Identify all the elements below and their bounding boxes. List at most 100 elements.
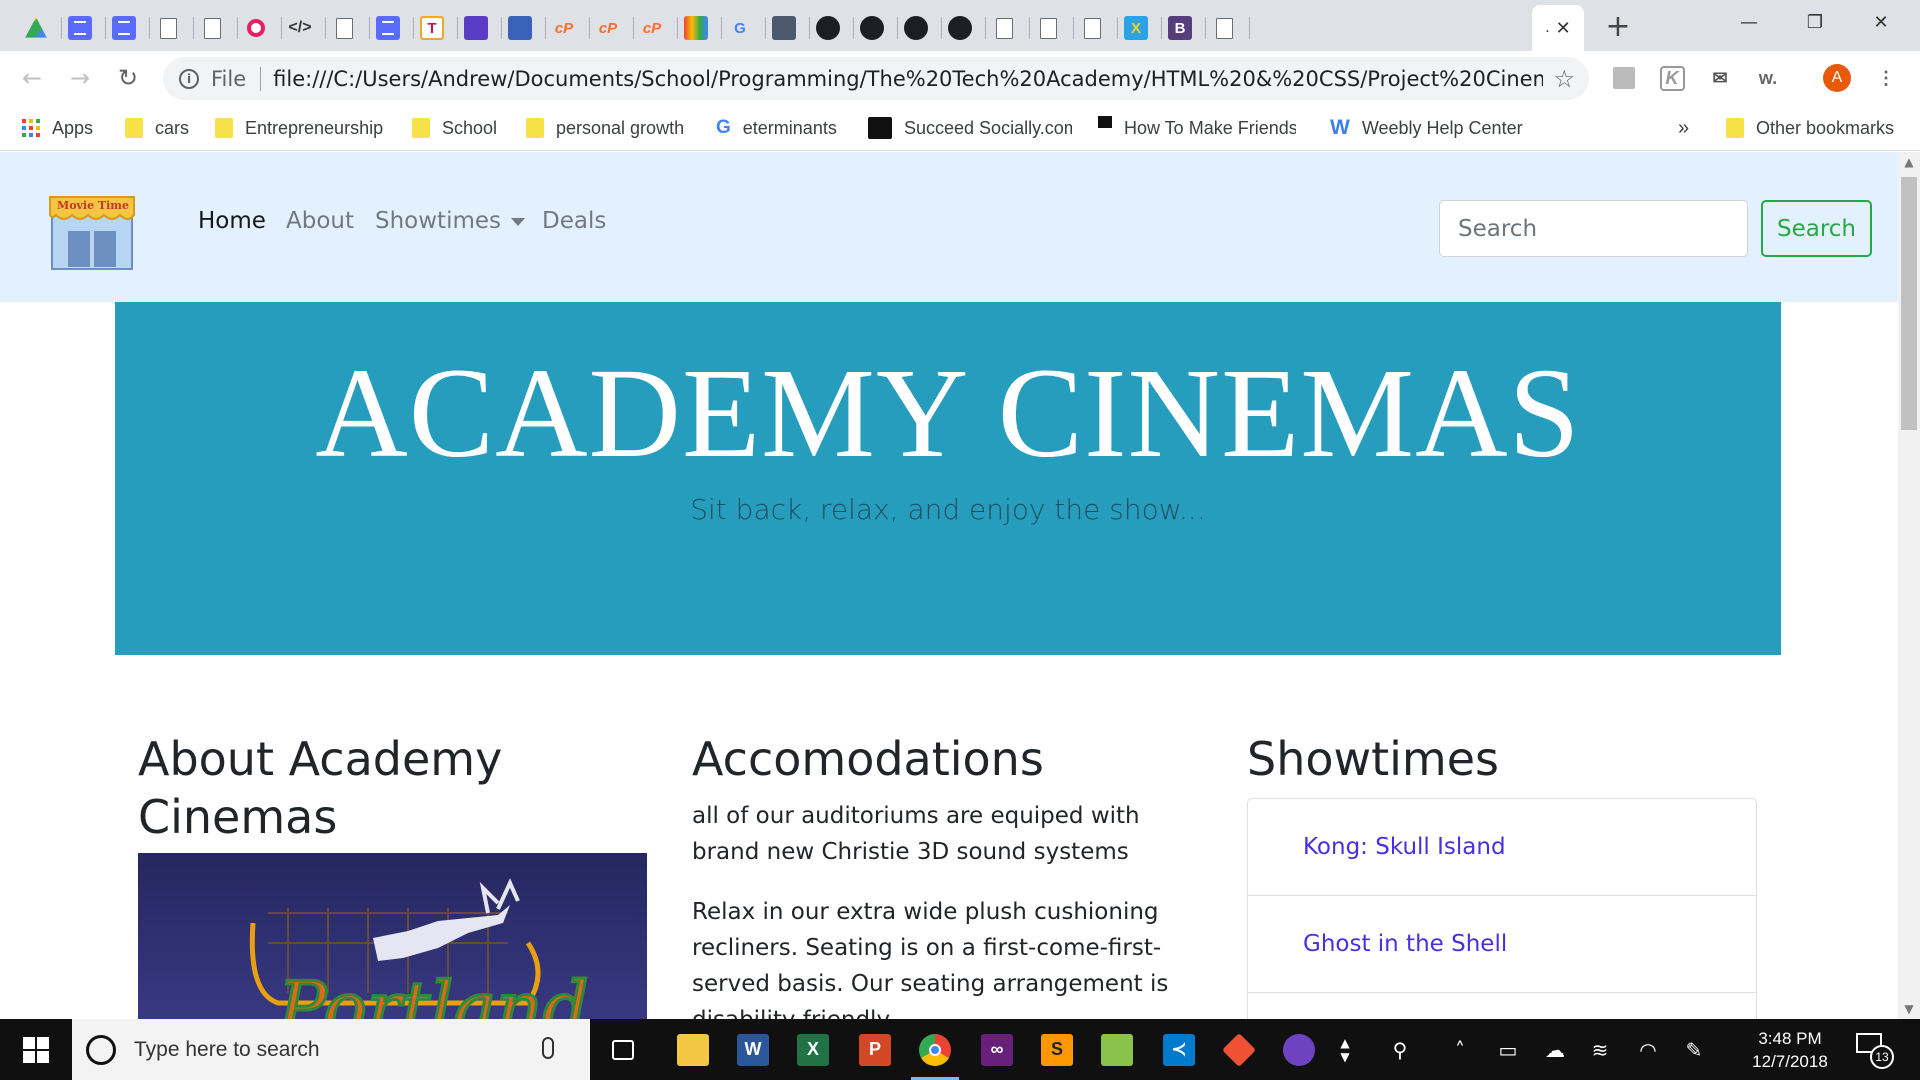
other-bookmarks[interactable]: Other bookmarks [1726,105,1894,151]
menu-button[interactable]: ⋮ [1872,64,1900,92]
folder-icon [215,118,233,138]
start-button[interactable] [0,1019,72,1080]
scrollbar-thumb[interactable] [1901,177,1917,430]
people-icon[interactable]: ⚲ [1380,1019,1420,1080]
visual-studio-icon[interactable]: ∞ [967,1019,1027,1080]
bookmark-apps[interactable]: Apps [22,105,93,151]
list-item[interactable] [1248,993,1756,1019]
showtimes-heading: Showtimes [1247,732,1500,786]
blank-page-icon [159,17,177,39]
bookmark-school[interactable]: School [412,105,497,151]
notepad-icon[interactable] [1087,1019,1147,1080]
people-icon [868,117,892,139]
bookmark-star-icon[interactable]: ☆ [1553,65,1575,93]
browser-toolbar: ← → ↻ i File file:///C:/Users/Andrew/Doc… [0,51,1920,105]
k-icon[interactable]: K [1658,64,1686,92]
adobe-icon[interactable] [1610,64,1638,92]
bookmark-personal-growth[interactable]: personal growth [526,105,684,151]
task-view-icon[interactable] [593,1019,653,1080]
search-input[interactable] [1439,200,1748,257]
new-tab-button[interactable]: + [1600,8,1636,44]
excel-icon[interactable]: X [783,1019,843,1080]
sublime-icon[interactable]: S [1027,1019,1087,1080]
info-icon[interactable]: i [179,68,199,89]
word-icon[interactable]: W [723,1019,783,1080]
chrome-icon[interactable] [905,1019,965,1080]
vscode-icon[interactable]: ≺ [1149,1019,1209,1080]
divider [260,66,262,91]
scroll-down-icon[interactable]: ▼ [1898,999,1920,1019]
restore-button[interactable]: ❐ [1792,0,1838,44]
bootstrap-icon: B [1168,16,1192,40]
github-icon [860,16,884,40]
blank-page-icon [1215,17,1233,39]
jumbotron: ACADEMY CINEMAS Sit back, relax, and enj… [115,302,1781,655]
movie-link[interactable]: Ghost in the Shell [1303,931,1507,957]
bookmark-eterminants[interactable]: G eterminants [716,105,837,151]
blank-page-icon [995,17,1013,39]
notifications-button[interactable]: 13 [1856,1033,1894,1069]
page-scrollbar[interactable]: ▲ ▼ [1898,152,1920,1019]
back-arrow-icon: ← [21,64,43,92]
powerpoint-icon[interactable]: P [845,1019,905,1080]
mail-icon[interactable]: ✉ [1706,64,1734,92]
movie-link[interactable]: Kong: Skull Island [1303,834,1506,860]
jumbotron-subtitle: Sit back, relax, and enjoy the show... [690,493,1206,526]
forward-button[interactable]: → [64,62,96,94]
close-tab-icon[interactable]: ✕ [1556,18,1571,39]
nav-showtimes-dropdown[interactable]: Showtimes [375,208,526,234]
list-item[interactable]: Ghost in the Shell [1248,896,1756,993]
w-icon[interactable]: w. [1754,64,1782,92]
browser-tab[interactable] [1198,5,1250,51]
k-icon-letter: K [1659,65,1685,91]
list-item[interactable]: Kong: Skull Island [1248,799,1756,896]
taskbar-scroll-icon[interactable]: ▲ ▼ [1332,1019,1358,1080]
bookmark-weebly[interactable]: W Weebly Help Center [1330,105,1523,151]
taskbar-search-box[interactable]: Type here to search [72,1019,590,1080]
jumbotron-title: ACADEMY CINEMAS [315,342,1581,484]
nav-showtimes-label: Showtimes [375,208,502,234]
caret-down-icon [511,217,526,226]
reload-button[interactable]: ↻ [112,62,144,94]
nav-deals[interactable]: Deals [542,208,606,234]
taskbar-search-placeholder: Type here to search [134,1037,320,1061]
bookmark-cars[interactable]: cars [125,105,189,151]
bookmarks-overflow-button[interactable]: » [1678,105,1689,151]
nav-about[interactable]: About [286,208,354,234]
scroll-up-icon[interactable]: ▲ [1898,152,1920,172]
chevron-up-icon[interactable]: ˄ [1440,1019,1480,1080]
nav-home[interactable]: Home [198,208,266,234]
battery-icon[interactable]: ▭ [1488,1019,1528,1080]
chevron-right-icon: » [1678,116,1690,139]
cortana-icon [86,1034,116,1065]
close-icon: ✕ [1873,11,1889,33]
pen-icon[interactable]: ✎ [1674,1019,1714,1080]
profile-avatar[interactable]: A [1823,64,1851,92]
file-explorer-icon[interactable] [663,1019,723,1080]
wifi-icon[interactable]: ◠ [1628,1019,1668,1080]
t-app-icon: T [420,16,444,40]
url-text[interactable]: file:///C:/Users/Andrew/Documents/School… [273,67,1543,91]
github-desktop-icon[interactable] [1269,1019,1329,1080]
svg-text:Portland: Portland [276,966,589,1019]
bookmark-entrepreneurship[interactable]: Entrepreneurship [215,105,383,151]
close-window-button[interactable]: ✕ [1858,0,1904,44]
people-icon [508,16,532,40]
git-icon[interactable] [1209,1019,1269,1080]
back-button[interactable]: ← [16,62,48,94]
bookmark-how-to-make-friends[interactable]: How To Make Friends [1098,105,1296,151]
search-button[interactable]: Search [1761,200,1872,257]
active-tab[interactable]: . ✕ [1532,5,1584,51]
x-app-icon: X [1124,16,1148,40]
folder-icon [526,118,544,138]
clock[interactable]: 3:48 PM 12/7/2018 [1720,1027,1860,1073]
address-bar[interactable]: i File file:///C:/Users/Andrew/Documents… [163,57,1589,100]
site-navbar: Movie Time Home About Showtimes Deals Se… [0,152,1898,302]
microphone-icon[interactable] [542,1037,554,1059]
bookmark-label: Apps [52,117,94,138]
bookmark-succeed-socially[interactable]: Succeed Socially.com [868,105,1072,151]
minimize-button[interactable]: — [1726,0,1772,44]
audio-icon[interactable]: ≋ [1580,1019,1620,1080]
onedrive-icon[interactable]: ☁ [1535,1019,1575,1080]
logo[interactable]: Movie Time [48,187,136,271]
